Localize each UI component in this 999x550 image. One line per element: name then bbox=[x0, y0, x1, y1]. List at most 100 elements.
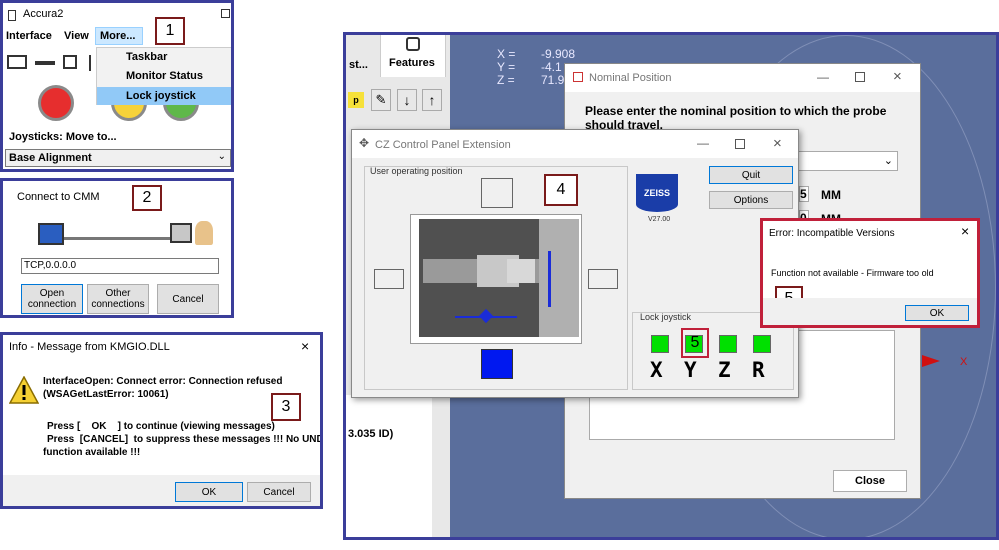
connect-title: Connect to CMM bbox=[17, 191, 100, 203]
machine-schematic bbox=[410, 214, 582, 344]
position-bottom-button[interactable] bbox=[481, 349, 513, 379]
maximize-icon[interactable] bbox=[735, 139, 745, 149]
main-screenshot: st... Features p ✎ ↓ ↑ 3.035 ID) X = -9.… bbox=[343, 32, 999, 540]
pencil-icon[interactable]: ✎ bbox=[371, 89, 391, 111]
connect-cancel-button[interactable]: Cancel bbox=[157, 284, 219, 314]
features-icon bbox=[406, 37, 420, 51]
y-axis-arrow-icon bbox=[548, 251, 551, 307]
options-button[interactable]: Options bbox=[709, 191, 793, 209]
move-icon: ✥ bbox=[359, 136, 370, 150]
user-icon bbox=[195, 221, 213, 245]
machine-probe-head bbox=[507, 259, 535, 283]
base-alignment-select[interactable]: Base Alignment ⌄ bbox=[5, 149, 231, 167]
toolbar-p-icon[interactable]: p bbox=[348, 92, 364, 108]
axis-label-x: X bbox=[650, 358, 663, 382]
info-window: Info - Message from KMGIO.DLL × 3 Interf… bbox=[0, 332, 323, 509]
joysticks-label: Joysticks: Move to... bbox=[9, 131, 117, 143]
other-connections-button[interactable]: Other connections bbox=[87, 284, 149, 314]
close-icon[interactable]: × bbox=[893, 68, 902, 85]
arrow-up-icon[interactable]: ↑ bbox=[422, 89, 442, 111]
nominal-unit-1: MM bbox=[821, 188, 841, 202]
bracket-icon[interactable] bbox=[89, 55, 95, 71]
left-value-text: 3.035 ID) bbox=[348, 428, 394, 440]
badge-1: 1 bbox=[155, 17, 185, 45]
accura-title: Accura2 bbox=[23, 8, 64, 20]
tab-features[interactable]: Features bbox=[380, 35, 446, 77]
red-indicator-icon bbox=[38, 85, 74, 121]
error-window: Error: Incompatible Versions × Function … bbox=[760, 218, 980, 328]
lock-joystick-label: Lock joystick bbox=[640, 312, 692, 322]
lock-z-toggle[interactable] bbox=[719, 335, 737, 353]
minimize-icon[interactable]: — bbox=[817, 70, 829, 84]
open-connection-button[interactable]: Open connection bbox=[21, 284, 83, 314]
chevron-down-icon: ⌄ bbox=[217, 151, 226, 162]
coord-x-value: -9.908 bbox=[541, 47, 576, 61]
coord-z-value: 71.9 bbox=[541, 73, 565, 87]
axis-label-r: R bbox=[752, 358, 765, 382]
operating-position-label: User operating position bbox=[370, 166, 463, 176]
nominal-prompt: Please enter the nominal position to whi… bbox=[585, 104, 887, 132]
plug-icon[interactable] bbox=[63, 55, 77, 69]
badge-5-highlight: 5 bbox=[681, 328, 709, 358]
app-icon bbox=[8, 10, 16, 21]
quit-button[interactable]: Quit bbox=[709, 166, 793, 184]
machine-column bbox=[539, 219, 579, 337]
badge-5-text: 5 bbox=[690, 334, 700, 351]
monitor-icon[interactable] bbox=[7, 55, 27, 69]
menu-view[interactable]: View bbox=[64, 30, 89, 42]
tab-partial[interactable]: st... bbox=[349, 59, 368, 71]
address-field[interactable]: TCP,0.0.0.0 bbox=[21, 258, 219, 274]
address-value: TCP,0.0.0.0 bbox=[24, 260, 77, 271]
nominal-close-button[interactable]: Close bbox=[833, 470, 907, 492]
chevron-down-icon: ⌄ bbox=[883, 155, 893, 167]
info-cancel-button[interactable]: Cancel bbox=[247, 482, 311, 502]
badge-4: 4 bbox=[544, 174, 578, 206]
close-icon[interactable]: × bbox=[773, 135, 782, 152]
computer-icon bbox=[170, 223, 192, 243]
position-top-button[interactable] bbox=[481, 178, 513, 208]
position-left-button[interactable] bbox=[374, 269, 404, 289]
dropdown-taskbar[interactable]: Taskbar bbox=[126, 51, 167, 63]
coord-x-label: X = bbox=[497, 47, 516, 61]
minimize-icon[interactable]: — bbox=[697, 136, 709, 150]
menu-more[interactable]: More... bbox=[95, 27, 143, 45]
connect-window: Connect to CMM 2 TCP,0.0.0.0 Open connec… bbox=[0, 178, 234, 318]
arrow-down-icon[interactable]: ↓ bbox=[397, 89, 417, 111]
accura-window: Accura2 Interface View More... 1 Taskbar… bbox=[0, 0, 234, 172]
menu-more-label: More... bbox=[100, 30, 136, 42]
error-ok-button[interactable]: OK bbox=[905, 305, 969, 321]
nominal-close-label: Close bbox=[855, 475, 885, 487]
dropdown-lock-joystick-label: Lock joystick bbox=[126, 90, 196, 102]
info-line-1: InterfaceOpen: Connect error: Connection… bbox=[43, 376, 283, 387]
position-right-button[interactable] bbox=[588, 269, 618, 289]
maximize-icon[interactable] bbox=[855, 72, 865, 82]
lock-r-toggle[interactable] bbox=[753, 335, 771, 353]
cz-version: V27.00 bbox=[648, 216, 671, 223]
info-line-3: Press [ OK ] to continue (viewing messag… bbox=[47, 421, 275, 432]
menu-interface[interactable]: Interface bbox=[6, 30, 52, 42]
close-icon[interactable]: × bbox=[301, 338, 309, 354]
connector-icon[interactable] bbox=[35, 61, 55, 65]
nominal-value-1[interactable]: 5 bbox=[799, 186, 809, 202]
maximize-icon[interactable] bbox=[221, 9, 230, 18]
badge-3: 3 bbox=[271, 393, 301, 421]
cz-window: ✥ CZ Control Panel Extension — × User op… bbox=[351, 129, 799, 398]
axis-x-label: X bbox=[960, 356, 968, 368]
lock-x-toggle[interactable] bbox=[651, 335, 669, 353]
axis-label-z: Z bbox=[718, 358, 731, 382]
base-alignment-value: Base Alignment bbox=[9, 152, 92, 164]
coord-z-label: Z = bbox=[497, 73, 515, 87]
red-arrow-icon bbox=[922, 355, 940, 367]
badge-2: 2 bbox=[132, 185, 162, 211]
coord-y-label: Y = bbox=[497, 60, 516, 74]
cmm-machine-icon bbox=[38, 223, 64, 245]
nominal-app-icon bbox=[573, 72, 583, 82]
tab-features-label: Features bbox=[389, 57, 435, 69]
error-message: Function not available - Firmware too ol… bbox=[771, 268, 934, 278]
close-icon[interactable]: × bbox=[961, 223, 969, 239]
dropdown-lock-joystick[interactable]: Lock joystick bbox=[97, 87, 231, 105]
info-line-4: Press [CANCEL] to suppress these message… bbox=[47, 434, 323, 445]
info-ok-button[interactable]: OK bbox=[175, 482, 243, 502]
dropdown-monitor-status[interactable]: Monitor Status bbox=[126, 70, 203, 82]
connection-line bbox=[64, 237, 170, 240]
